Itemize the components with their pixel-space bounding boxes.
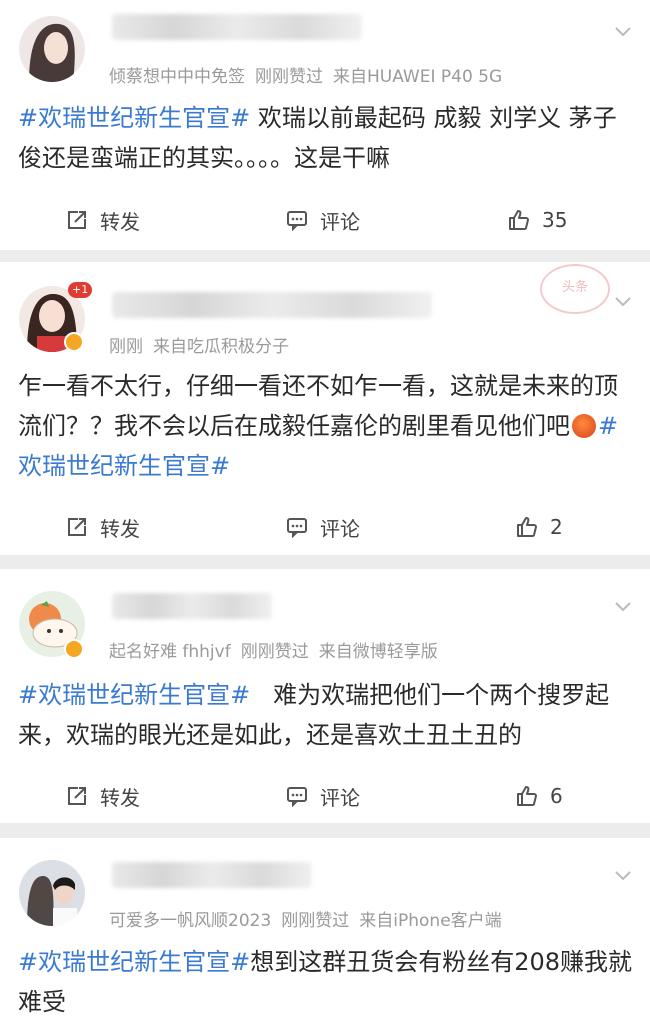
angry-emoji-icon (572, 414, 596, 438)
weibo-comment-feed: 倾蔡想中中中免签 刚刚赞过 来自HUAWEI P40 5G #欢瑞世纪新生官宣# 欢… (0, 0, 650, 1032)
timestamp: 刚刚 (109, 337, 143, 357)
like-icon (517, 786, 537, 806)
avatar[interactable] (19, 860, 85, 926)
chevron-down-icon[interactable] (614, 870, 632, 882)
source: 来自HUAWEI P40 5G (333, 67, 503, 87)
repost-button[interactable]: 转发 (66, 782, 140, 810)
like-count: 6 (550, 784, 563, 808)
post-text: #欢瑞世纪新生官宣# 难为欢瑞把他们一个两个搜罗起来，欢瑞的眼光还是如此，还是喜… (18, 675, 634, 755)
action-bar: 转发 评论 35 (0, 206, 650, 234)
timestamp: 刚刚赞过 (255, 67, 323, 87)
verified-badge (64, 639, 84, 659)
comment-button[interactable]: 评论 (286, 206, 360, 234)
comment-button[interactable]: 评论 (286, 513, 360, 541)
repost-button[interactable]: 转发 (66, 513, 140, 541)
source: 来自吃瓜积极分子 (153, 337, 289, 357)
post-card: 倾蔡想中中中免签 刚刚赞过 来自HUAWEI P40 5G #欢瑞世纪新生官宣# 欢… (0, 0, 650, 250)
comment-label: 评论 (320, 209, 360, 234)
repost-label: 转发 (100, 516, 140, 541)
avatar[interactable] (19, 16, 85, 82)
comment-icon (287, 787, 307, 807)
stamp-text: 头条 (561, 280, 588, 295)
post-card: 可爱多一帆风顺2023 刚刚赞过 来自iPhone客户端 #欢瑞世纪新生官宣#想到这… (0, 838, 650, 1032)
topic-link[interactable]: #欢瑞世纪新生官宣# (18, 104, 250, 132)
repost-button[interactable]: 转发 (66, 206, 140, 234)
topic-link[interactable]: #欢瑞世纪新生官宣# (18, 681, 250, 709)
source: 来自iPhone客户端 (359, 911, 502, 931)
repost-label: 转发 (100, 785, 140, 810)
username[interactable]: 倾蔡想中中中免签 (109, 67, 245, 87)
comment-button[interactable]: 评论 (286, 782, 360, 810)
chevron-down-icon[interactable] (614, 601, 632, 613)
post-meta: 起名好难 fhhjvf 刚刚赞过 来自微博轻享版 (109, 637, 448, 662)
source: 来自微博轻享版 (318, 642, 438, 662)
post-text: 乍一看不太行，仔细一看还不如乍一看，这就是未来的顶流们？？我不会以后在成毅任嘉伦… (18, 366, 634, 486)
post-body: 乍一看不太行，仔细一看还不如乍一看，这就是未来的顶流们？？我不会以后在成毅任嘉伦… (18, 372, 618, 440)
chevron-down-icon[interactable] (614, 26, 632, 38)
post-meta: 刚刚 来自吃瓜积极分子 (109, 332, 299, 357)
post-text: #欢瑞世纪新生官宣# 欢瑞以前最起码 成毅 刘学义 茅子俊还是蛮端正的其实。。。… (18, 98, 634, 178)
repost-label: 转发 (100, 209, 140, 234)
post-text: #欢瑞世纪新生官宣#想到这群丑货会有粉丝有208赚我就难受 (18, 942, 634, 1022)
post-card: 起名好难 fhhjvf 刚刚赞过 来自微博轻享版 #欢瑞世纪新生官宣# 难为欢瑞把他… (0, 569, 650, 823)
username[interactable]: 起名好难 fhhjvf (109, 642, 231, 662)
share-icon (68, 518, 86, 536)
like-count: 2 (550, 515, 563, 539)
action-bar: 转发 评论 2 (0, 513, 650, 541)
username-blurred (112, 292, 432, 318)
username[interactable]: 可爱多一帆风顺2023 (109, 911, 271, 931)
like-icon (509, 210, 529, 230)
post-meta: 可爱多一帆风顺2023 刚刚赞过 来自iPhone客户端 (109, 906, 512, 931)
comment-icon (287, 518, 307, 538)
like-button[interactable]: 2 (516, 513, 563, 541)
topic-link[interactable]: #欢瑞世纪新生官宣# (18, 948, 250, 976)
share-icon (68, 211, 86, 229)
chevron-down-icon[interactable] (614, 296, 632, 308)
timestamp: 刚刚赞过 (240, 642, 309, 662)
comment-label: 评论 (320, 516, 360, 541)
like-button[interactable]: 6 (516, 782, 563, 810)
verified-badge (64, 332, 84, 352)
comment-icon (287, 211, 307, 231)
username-blurred (112, 862, 312, 888)
post-meta: 倾蔡想中中中免签 刚刚赞过 来自HUAWEI P40 5G (109, 62, 512, 87)
username-blurred (112, 14, 362, 40)
username-blurred (112, 593, 272, 619)
like-icon (517, 517, 537, 537)
plus-one-badge: +1 (68, 282, 93, 298)
stamp-watermark: 头条 (540, 264, 610, 314)
comment-label: 评论 (320, 785, 360, 810)
like-count: 35 (542, 208, 568, 232)
action-bar: 转发 评论 6 (0, 782, 650, 810)
share-icon (68, 787, 86, 805)
timestamp: 刚刚赞过 (281, 911, 350, 931)
post-card: 头条 +1 刚刚 来自吃瓜积极分子 乍一看不太行，仔细一看还不如乍一看，这就是未来… (0, 262, 650, 555)
like-button[interactable]: 35 (508, 206, 567, 234)
